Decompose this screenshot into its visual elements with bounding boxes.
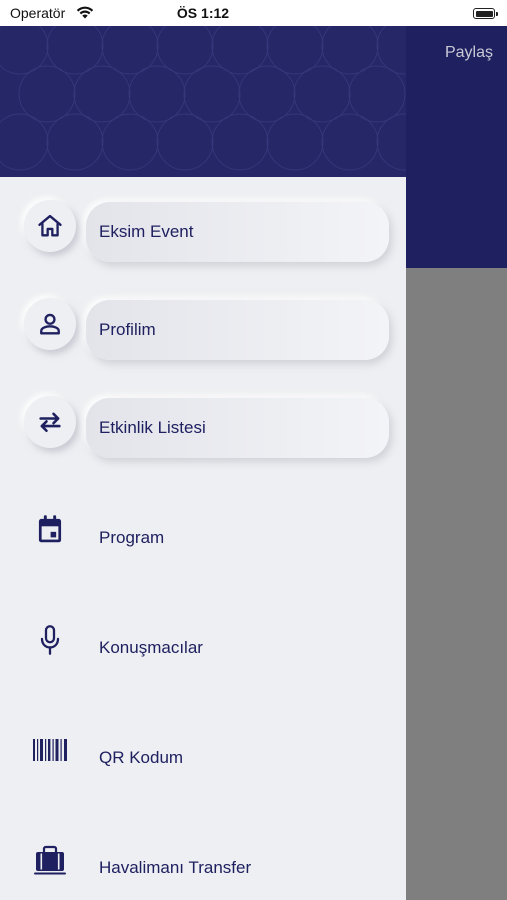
menu-item-profilim[interactable]: Profilim [0, 295, 406, 365]
menu-item-eksim-event[interactable]: Eksim Event [0, 197, 406, 267]
menu-item-havalimani-transfer[interactable]: Havalimanı Transfer [0, 832, 406, 900]
battery-icon [473, 8, 498, 19]
drawer-header [0, 26, 406, 177]
calendar-icon [30, 510, 70, 550]
person-icon [24, 298, 76, 350]
menu-item-label: Program [99, 528, 165, 547]
menu-item-etkinlik-listesi[interactable]: Etkinlik Listesi [0, 393, 406, 463]
home-icon [24, 200, 76, 252]
menu-item-qr-kodum[interactable]: QR Kodum [0, 722, 406, 792]
microphone-icon [30, 620, 70, 660]
menu-item-label: Konuşmacılar [99, 638, 203, 657]
status-bar-right [406, 0, 507, 26]
status-clock: ÖS 1:12 [176, 5, 230, 21]
menu-item-label: Profilim [99, 320, 156, 339]
share-button[interactable]: Paylaş [445, 44, 493, 62]
menu-item-program[interactable]: Program [0, 502, 406, 572]
menu-item-label: Eksim Event [99, 222, 194, 241]
luggage-icon [30, 840, 70, 880]
menu-item-konusmacilar[interactable]: Konuşmacılar [0, 612, 406, 682]
navigation-drawer: Eksim Event Profilim Etkinlik Listesi Pr… [0, 0, 406, 900]
menu-item-label: Etkinlik Listesi [99, 418, 206, 437]
barcode-icon [30, 730, 70, 770]
menu-item-label: Havalimanı Transfer [99, 858, 252, 877]
header-pattern [0, 26, 406, 171]
menu-item-label: QR Kodum [99, 748, 184, 767]
status-bar: Operatör ÖS 1:12 [0, 0, 406, 26]
swap-arrows-icon [24, 396, 76, 448]
